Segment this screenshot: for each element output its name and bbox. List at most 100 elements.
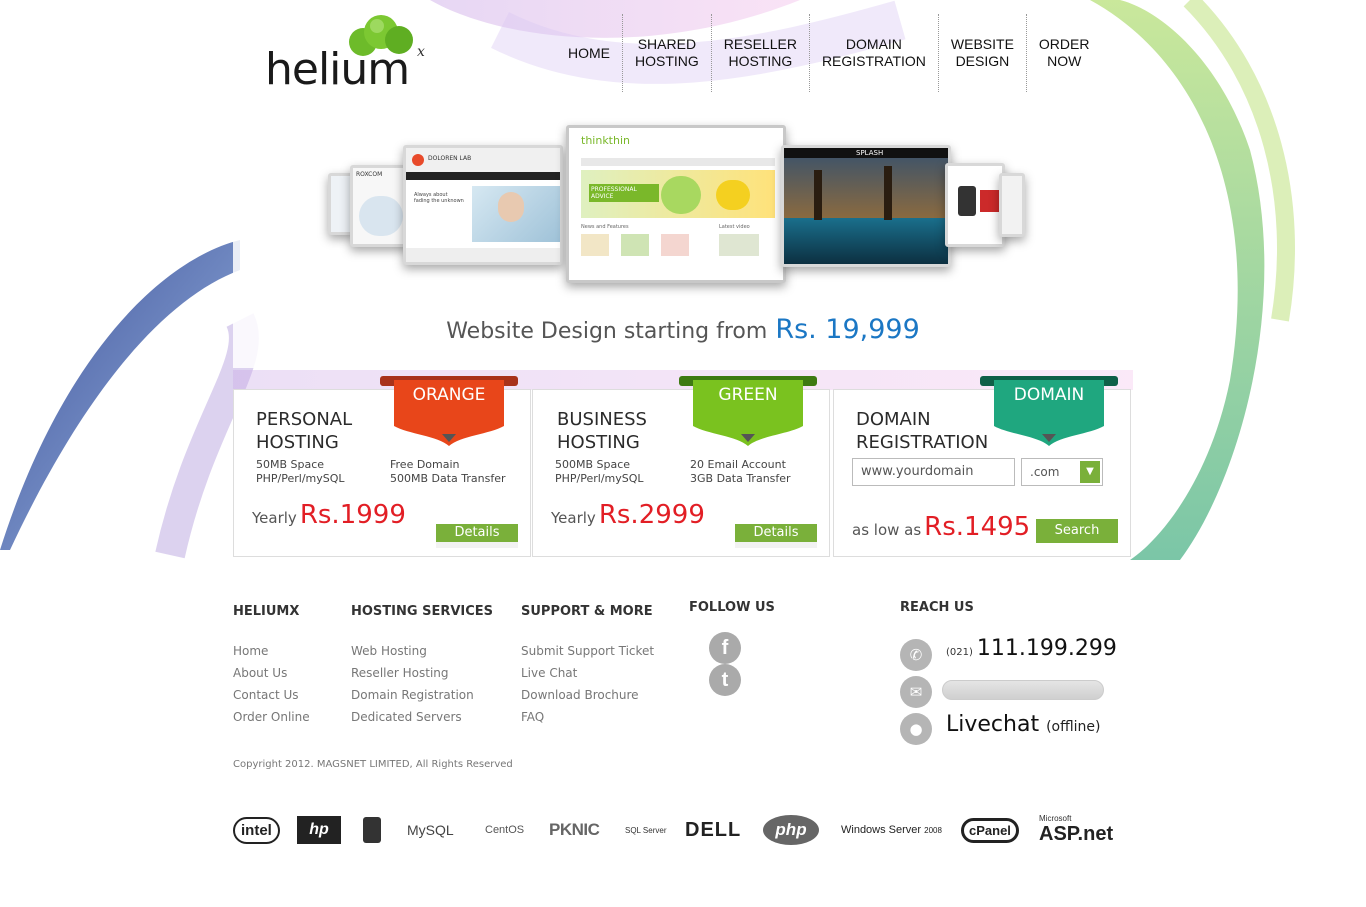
nav-label: ORDER [1038, 36, 1090, 52]
roxcom-label: ROXCOM [356, 171, 383, 178]
ribbon-label: DOMAIN [1013, 385, 1085, 405]
tagline-price: Rs. 19,999 [775, 314, 920, 345]
email-field[interactable] [942, 680, 1104, 700]
dell-logo: DELL [685, 818, 742, 841]
hp-logo: hp [297, 808, 343, 852]
nav-label: SHARED [637, 36, 697, 52]
footer-hosting-services: HOSTING SERVICES Web Hosting Reseller Ho… [351, 604, 493, 728]
tld-value: .com [1030, 465, 1060, 479]
sql-server-logo: SQL Server [625, 825, 667, 835]
partner-logos: intel hp MySQL CentOS PKNIC SQL Server D… [233, 808, 1133, 852]
nav-label: HOSTING [728, 53, 793, 69]
box-title: PERSONAL HOSTING [256, 409, 353, 453]
doloren-text: Always about fading the unknown [414, 192, 464, 204]
showcase-screen-doloren: DOLOREN LAB Always about fading the unkn… [403, 145, 563, 265]
nav-label: DESIGN [955, 53, 1010, 69]
hero-banner: ROXCOM DOLOREN LAB Always about fading t… [233, 100, 1133, 368]
footer-support: SUPPORT & MORE Submit Support Ticket Liv… [521, 604, 654, 728]
intel-logo: intel [233, 808, 280, 852]
footer-link-support-ticket[interactable]: Submit Support Ticket [521, 640, 654, 662]
domain-price: as low as Rs.1495 [852, 512, 1031, 542]
footer-link-faq[interactable]: FAQ [521, 706, 654, 728]
showcase-screen-roxcom: ROXCOM [350, 165, 410, 247]
footer-link-brochure[interactable]: Download Brochure [521, 684, 654, 706]
nav-order-now[interactable]: ORDER NOW [1025, 14, 1102, 92]
thinkthin-news: News and Features [581, 224, 629, 230]
splash-label: SPLASH [856, 149, 884, 157]
mail-icon: ✉ [900, 676, 932, 708]
thinkthin-banner: PROFESSIONAL ADVICE [589, 184, 659, 202]
footer-heading: HOSTING SERVICES [351, 604, 494, 619]
chat-bubble-icon: ● [900, 713, 932, 745]
footer-link-live-chat[interactable]: Live Chat [521, 662, 654, 684]
tagline-text: Website Design starting from [446, 319, 768, 344]
footer-link-web-hosting[interactable]: Web Hosting [351, 640, 493, 662]
server-icon [363, 808, 383, 852]
domain-search-button[interactable]: Search [1036, 519, 1118, 543]
helium-logo[interactable]: helium x [265, 14, 435, 95]
centos-logo: CentOS [485, 824, 525, 836]
personal-hosting-box: PERSONAL HOSTING ORANGE 50MB Space PHP/Per… [233, 376, 531, 557]
personal-details-button[interactable]: Details [436, 524, 518, 548]
livechat-link[interactable]: Livechat (offline) [946, 712, 1100, 737]
footer-link-home[interactable]: Home [233, 640, 310, 662]
thinkthin-latest: Latest video [719, 224, 750, 230]
feature-list-left: 50MB Space PHP/Perl/mySQL [256, 458, 345, 485]
footer-link-domain-registration[interactable]: Domain Registration [351, 684, 493, 706]
footer-link-about[interactable]: About Us [233, 662, 310, 684]
domain-search-input[interactable]: www.yourdomain [852, 458, 1015, 486]
aspnet-logo: Microsoft ASP.net [1039, 814, 1114, 845]
phone-number: (021) 111.199.299 [946, 636, 1117, 661]
php-logo: php [763, 808, 821, 852]
footer-heading: SUPPORT & MORE [521, 604, 653, 619]
ribbon-label: GREEN [718, 385, 778, 405]
footer-heliumx: HELIUMX Home About Us Contact Us Order O… [233, 604, 310, 728]
feature-list-right: 20 Email Account 3GB Data Transfer [690, 458, 791, 485]
windows-server-logo: Windows Server 2008 [841, 824, 942, 836]
ribbon-label: ORANGE [412, 385, 486, 405]
feature-list-right: Free Domain 500MB Data Transfer [390, 458, 506, 485]
main-nav: HOME SHARED HOSTING RESELLER HOSTING DOMAI… [556, 14, 1101, 92]
box-title: DOMAIN REGISTRATION [856, 409, 989, 453]
logo-text: helium [265, 44, 410, 95]
nav-reseller-hosting[interactable]: RESELLER HOSTING [710, 14, 809, 92]
twitter-icon[interactable]: t [709, 664, 741, 696]
box-title: BUSINESS HOSTING [557, 409, 647, 453]
footer-link-contact[interactable]: Contact Us [233, 684, 310, 706]
footer-link-order[interactable]: Order Online [233, 706, 310, 728]
showcase-screen [999, 173, 1025, 237]
showcase-screen-thinkthin: thinkthin PROFESSIONAL ADVICE News and F… [566, 125, 786, 283]
nav-domain-registration[interactable]: DOMAIN REGISTRATION [808, 14, 938, 92]
mysql-logo: MySQL [407, 822, 454, 838]
nav-shared-hosting[interactable]: SHARED HOSTING [622, 14, 711, 92]
nav-label: DOMAIN [845, 36, 902, 52]
showcase-screen [945, 163, 1005, 247]
domain-registration-box: DOMAIN REGISTRATION DOMAIN www.yourdomain… [833, 376, 1131, 557]
copyright-text: Copyright 2012. MAGSNET LIMITED, All Rig… [233, 759, 513, 770]
logo-superscript: x [417, 44, 425, 60]
business-hosting-box: BUSINESS HOSTING GREEN 500MB Space PHP/Per… [532, 376, 830, 557]
nav-label: NOW [1047, 53, 1082, 69]
business-details-button[interactable]: Details [735, 524, 817, 548]
tld-select[interactable]: .com ▼ [1021, 458, 1103, 486]
phone-icon: ✆ [900, 639, 932, 671]
footer-link-dedicated-servers[interactable]: Dedicated Servers [351, 706, 493, 728]
feature-list-left: 500MB Space PHP/Perl/mySQL [555, 458, 644, 485]
facebook-icon[interactable]: f [709, 632, 741, 664]
yearly-price: Yearly Rs.1999 [252, 500, 406, 530]
website-showcase: ROXCOM DOLOREN LAB Always about fading t… [323, 125, 1043, 285]
footer-heading: FOLLOW US [689, 600, 775, 615]
nav-home[interactable]: HOME [556, 14, 622, 92]
nav-label: REGISTRATION [821, 53, 926, 69]
footer-reach: REACH US [900, 600, 974, 636]
yearly-price: Yearly Rs.2999 [551, 500, 705, 530]
nav-website-design[interactable]: WEBSITE DESIGN [937, 14, 1026, 92]
footer-heading: HELIUMX [233, 604, 300, 619]
chevron-down-icon: ▼ [1080, 461, 1100, 483]
footer-follow: FOLLOW US [689, 600, 775, 636]
showcase-screen-splash: SPLASH [781, 145, 951, 267]
footer-heading: REACH US [900, 600, 974, 615]
nav-label: RESELLER [723, 36, 797, 52]
cpanel-logo: cPanel [961, 808, 1023, 852]
footer-link-reseller-hosting[interactable]: Reseller Hosting [351, 662, 493, 684]
